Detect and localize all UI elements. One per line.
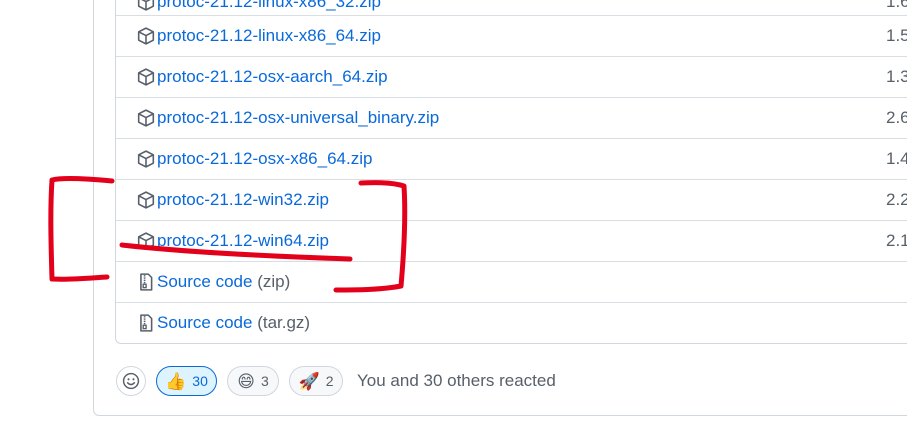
rocket-count: 2 <box>325 373 334 389</box>
smile-reaction-button[interactable]: 😄 3 <box>227 366 279 396</box>
source-code-label[interactable]: Source code <box>157 272 252 291</box>
thumbs-up-reaction-button[interactable]: 👍 30 <box>156 366 217 396</box>
asset-size: 1.6 <box>886 0 907 11</box>
source-code-link[interactable]: Source code (tar.gz) <box>157 313 310 333</box>
source-code-format[interactable]: (zip) <box>257 272 290 291</box>
package-icon <box>137 109 155 127</box>
file-zip-icon <box>140 273 153 291</box>
asset-link[interactable]: protoc-21.12-linux-x86_64.zip <box>157 26 381 46</box>
reactions-bar: 👍 30 😄 3 🚀 2 You and 30 others reacted <box>116 365 556 397</box>
reactions-summary: You and 30 others reacted <box>357 371 556 390</box>
source-code-label[interactable]: Source code <box>157 313 252 332</box>
add-reaction-button[interactable] <box>116 366 146 396</box>
smile-count: 3 <box>260 373 269 389</box>
asset-row[interactable]: protoc-21.12-osx-aarch_64.zip 1.3 <box>116 56 907 97</box>
rocket-reaction-button[interactable]: 🚀 2 <box>289 366 343 396</box>
asset-size: 2.2 <box>886 190 907 209</box>
package-icon <box>137 150 155 168</box>
package-icon <box>137 0 155 11</box>
source-code-format[interactable]: (tar.gz) <box>257 313 310 332</box>
asset-link[interactable]: protoc-21.12-win64.zip <box>157 231 329 251</box>
release-assets-list: protoc-21.12-linux-x86_32.zip 1.6 protoc… <box>115 0 907 344</box>
asset-link[interactable]: protoc-21.12-osx-x86_64.zip <box>157 149 372 169</box>
file-zip-icon <box>140 314 153 332</box>
smiley-icon <box>122 372 140 390</box>
asset-row[interactable]: protoc-21.12-osx-universal_binary.zip 2.… <box>116 97 907 138</box>
package-icon <box>137 191 155 209</box>
asset-size: 2.6 <box>886 108 907 127</box>
package-icon <box>137 232 155 250</box>
asset-link[interactable]: protoc-21.12-win32.zip <box>157 190 329 210</box>
asset-link[interactable]: protoc-21.12-osx-universal_binary.zip <box>157 108 439 128</box>
asset-link[interactable]: protoc-21.12-osx-aarch_64.zip <box>157 67 388 87</box>
package-icon <box>137 68 155 86</box>
asset-link[interactable]: protoc-21.12-linux-x86_32.zip <box>157 0 381 12</box>
source-code-row[interactable]: Source code (zip) <box>116 261 907 302</box>
source-code-row[interactable]: Source code (tar.gz) <box>116 302 907 343</box>
asset-size: 2.1 <box>886 231 907 250</box>
asset-row[interactable]: protoc-21.12-win32.zip 2.2 <box>116 179 907 220</box>
thumbs-up-count: 30 <box>192 373 208 389</box>
thumbs-up-icon: 👍 <box>165 371 187 391</box>
asset-row[interactable]: protoc-21.12-osx-x86_64.zip 1.4 <box>116 138 907 179</box>
grinning-face-icon: 😄 <box>237 371 255 391</box>
source-code-link[interactable]: Source code (zip) <box>157 272 290 292</box>
asset-row[interactable]: protoc-21.12-linux-x86_64.zip 1.5 <box>116 15 907 56</box>
asset-size: 1.5 <box>886 26 907 45</box>
package-icon <box>137 27 155 45</box>
rocket-icon: 🚀 <box>298 371 320 391</box>
asset-size: 1.3 <box>886 67 907 86</box>
asset-row[interactable]: protoc-21.12-win64.zip 2.1 <box>116 220 907 261</box>
asset-size: 1.4 <box>886 149 907 168</box>
